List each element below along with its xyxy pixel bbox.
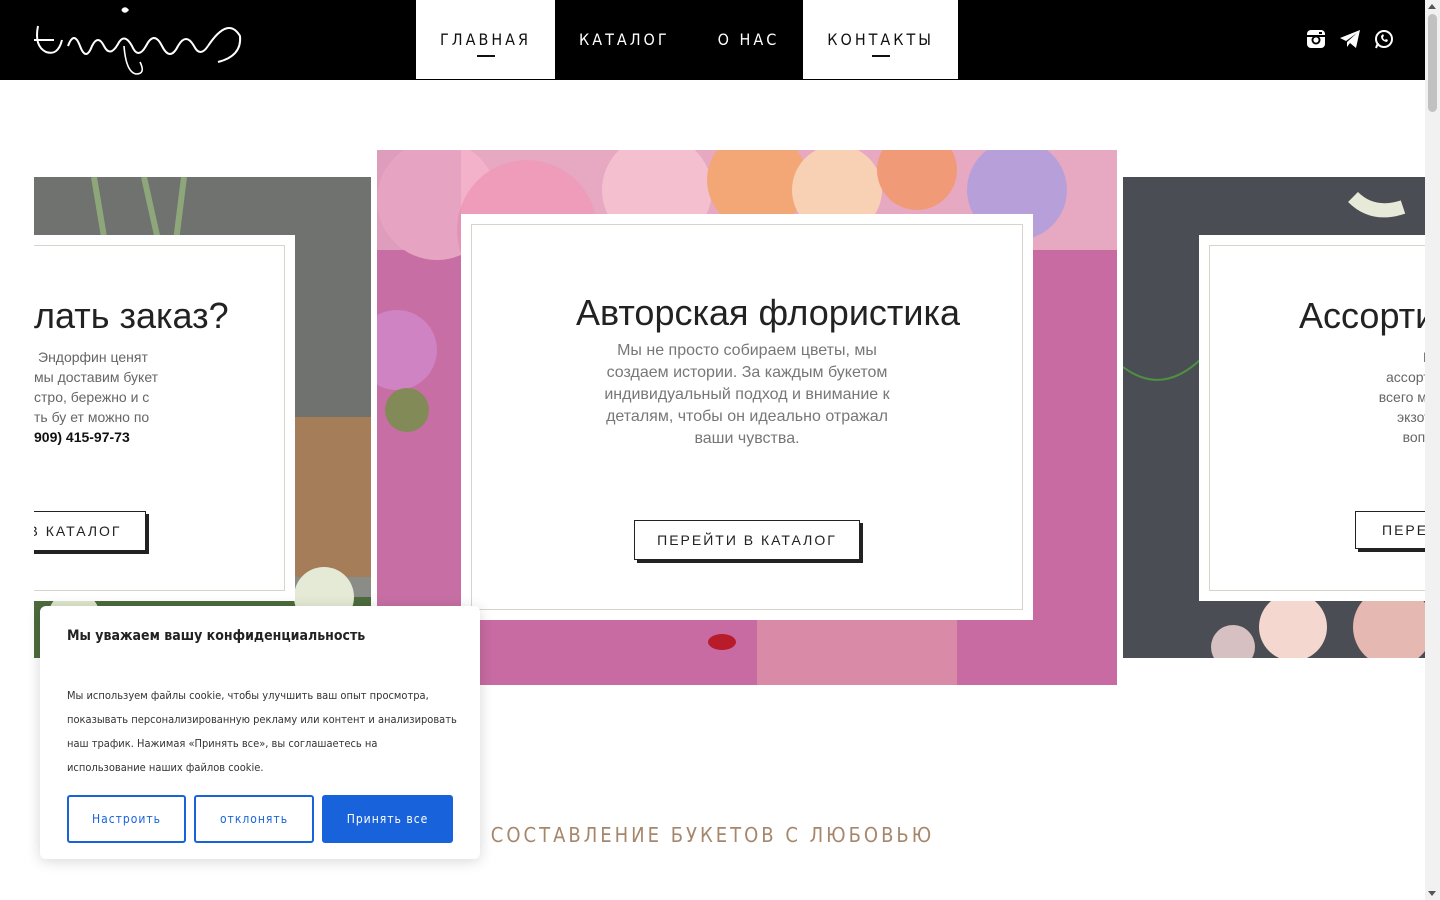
slide-center: Авторская флористика Мы не просто собира…: [377, 150, 1117, 685]
cookie-title: Мы уважаем вашу конфиденциальность: [67, 628, 366, 644]
slide-left-title: лать заказ?: [34, 295, 229, 336]
cookie-customize-button[interactable]: Настроить: [67, 795, 186, 843]
page-scrollbar[interactable]: [1425, 0, 1440, 900]
slide-left: лать заказ? Эндорфин ценят мы доставим б…: [34, 177, 371, 658]
slide-center-card: Авторская флористика Мы не просто собира…: [461, 214, 1033, 620]
slide-center-text: Мы не просто собираем цветы, мы создаем …: [604, 342, 890, 447]
slide-right-text: Мы гор ассортимент всего мира. О экзотик…: [1378, 349, 1425, 445]
main-nav: ГЛАВНАЯ КАТАЛОГ О НАС КОНТАКТЫ: [416, 0, 958, 80]
slide-left-text: Эндорфин ценят мы доставим букет стро, б…: [34, 349, 159, 445]
slide-center-catalog-button[interactable]: ПЕРЕЙТИ В КАТАЛОГ: [634, 520, 860, 560]
slide-right-catalog-button[interactable]: ПЕРЕЙ: [1355, 511, 1425, 549]
site-header: ГЛАВНАЯ КАТАЛОГ О НАС КОНТАКТЫ: [0, 0, 1425, 80]
scroll-down-arrow-icon[interactable]: [1428, 891, 1436, 896]
telegram-icon[interactable]: [1339, 28, 1361, 50]
slide-left-card: лать заказ? Эндорфин ценят мы доставим б…: [34, 235, 295, 601]
cookie-reject-button[interactable]: отклонять: [194, 795, 314, 843]
scrollbar-thumb[interactable]: [1428, 14, 1437, 112]
slide-right: Ассорти Мы гор ассортимент всего мира. О…: [1123, 177, 1425, 658]
instagram-icon[interactable]: [1305, 28, 1327, 50]
nav-item-contacts[interactable]: КОНТАКТЫ: [803, 0, 958, 79]
whatsapp-icon[interactable]: [1373, 28, 1395, 50]
slide-left-phone: 909) 415-97-73: [34, 429, 130, 445]
social-links: [1305, 28, 1395, 50]
slide-left-catalog-button[interactable]: В КАТАЛОГ: [34, 511, 146, 551]
nav-item-about[interactable]: О НАС: [694, 0, 804, 79]
logo[interactable]: [28, 6, 248, 76]
scroll-up-arrow-icon[interactable]: [1428, 4, 1436, 9]
cookie-accept-button[interactable]: Принять все: [322, 795, 453, 843]
nav-item-catalog[interactable]: КАТАЛОГ: [555, 0, 694, 79]
slide-center-title: Авторская флористика: [576, 292, 961, 333]
cookie-text: Мы используем файлы cookie, чтобы улучши…: [67, 689, 457, 774]
nav-item-home[interactable]: ГЛАВНАЯ: [416, 0, 555, 79]
slide-right-card: Ассорти Мы гор ассортимент всего мира. О…: [1199, 235, 1425, 601]
slide-right-title: Ассорти: [1299, 295, 1425, 336]
cookie-consent-banner: Мы уважаем вашу конфиденциальность Мы ис…: [40, 606, 480, 859]
